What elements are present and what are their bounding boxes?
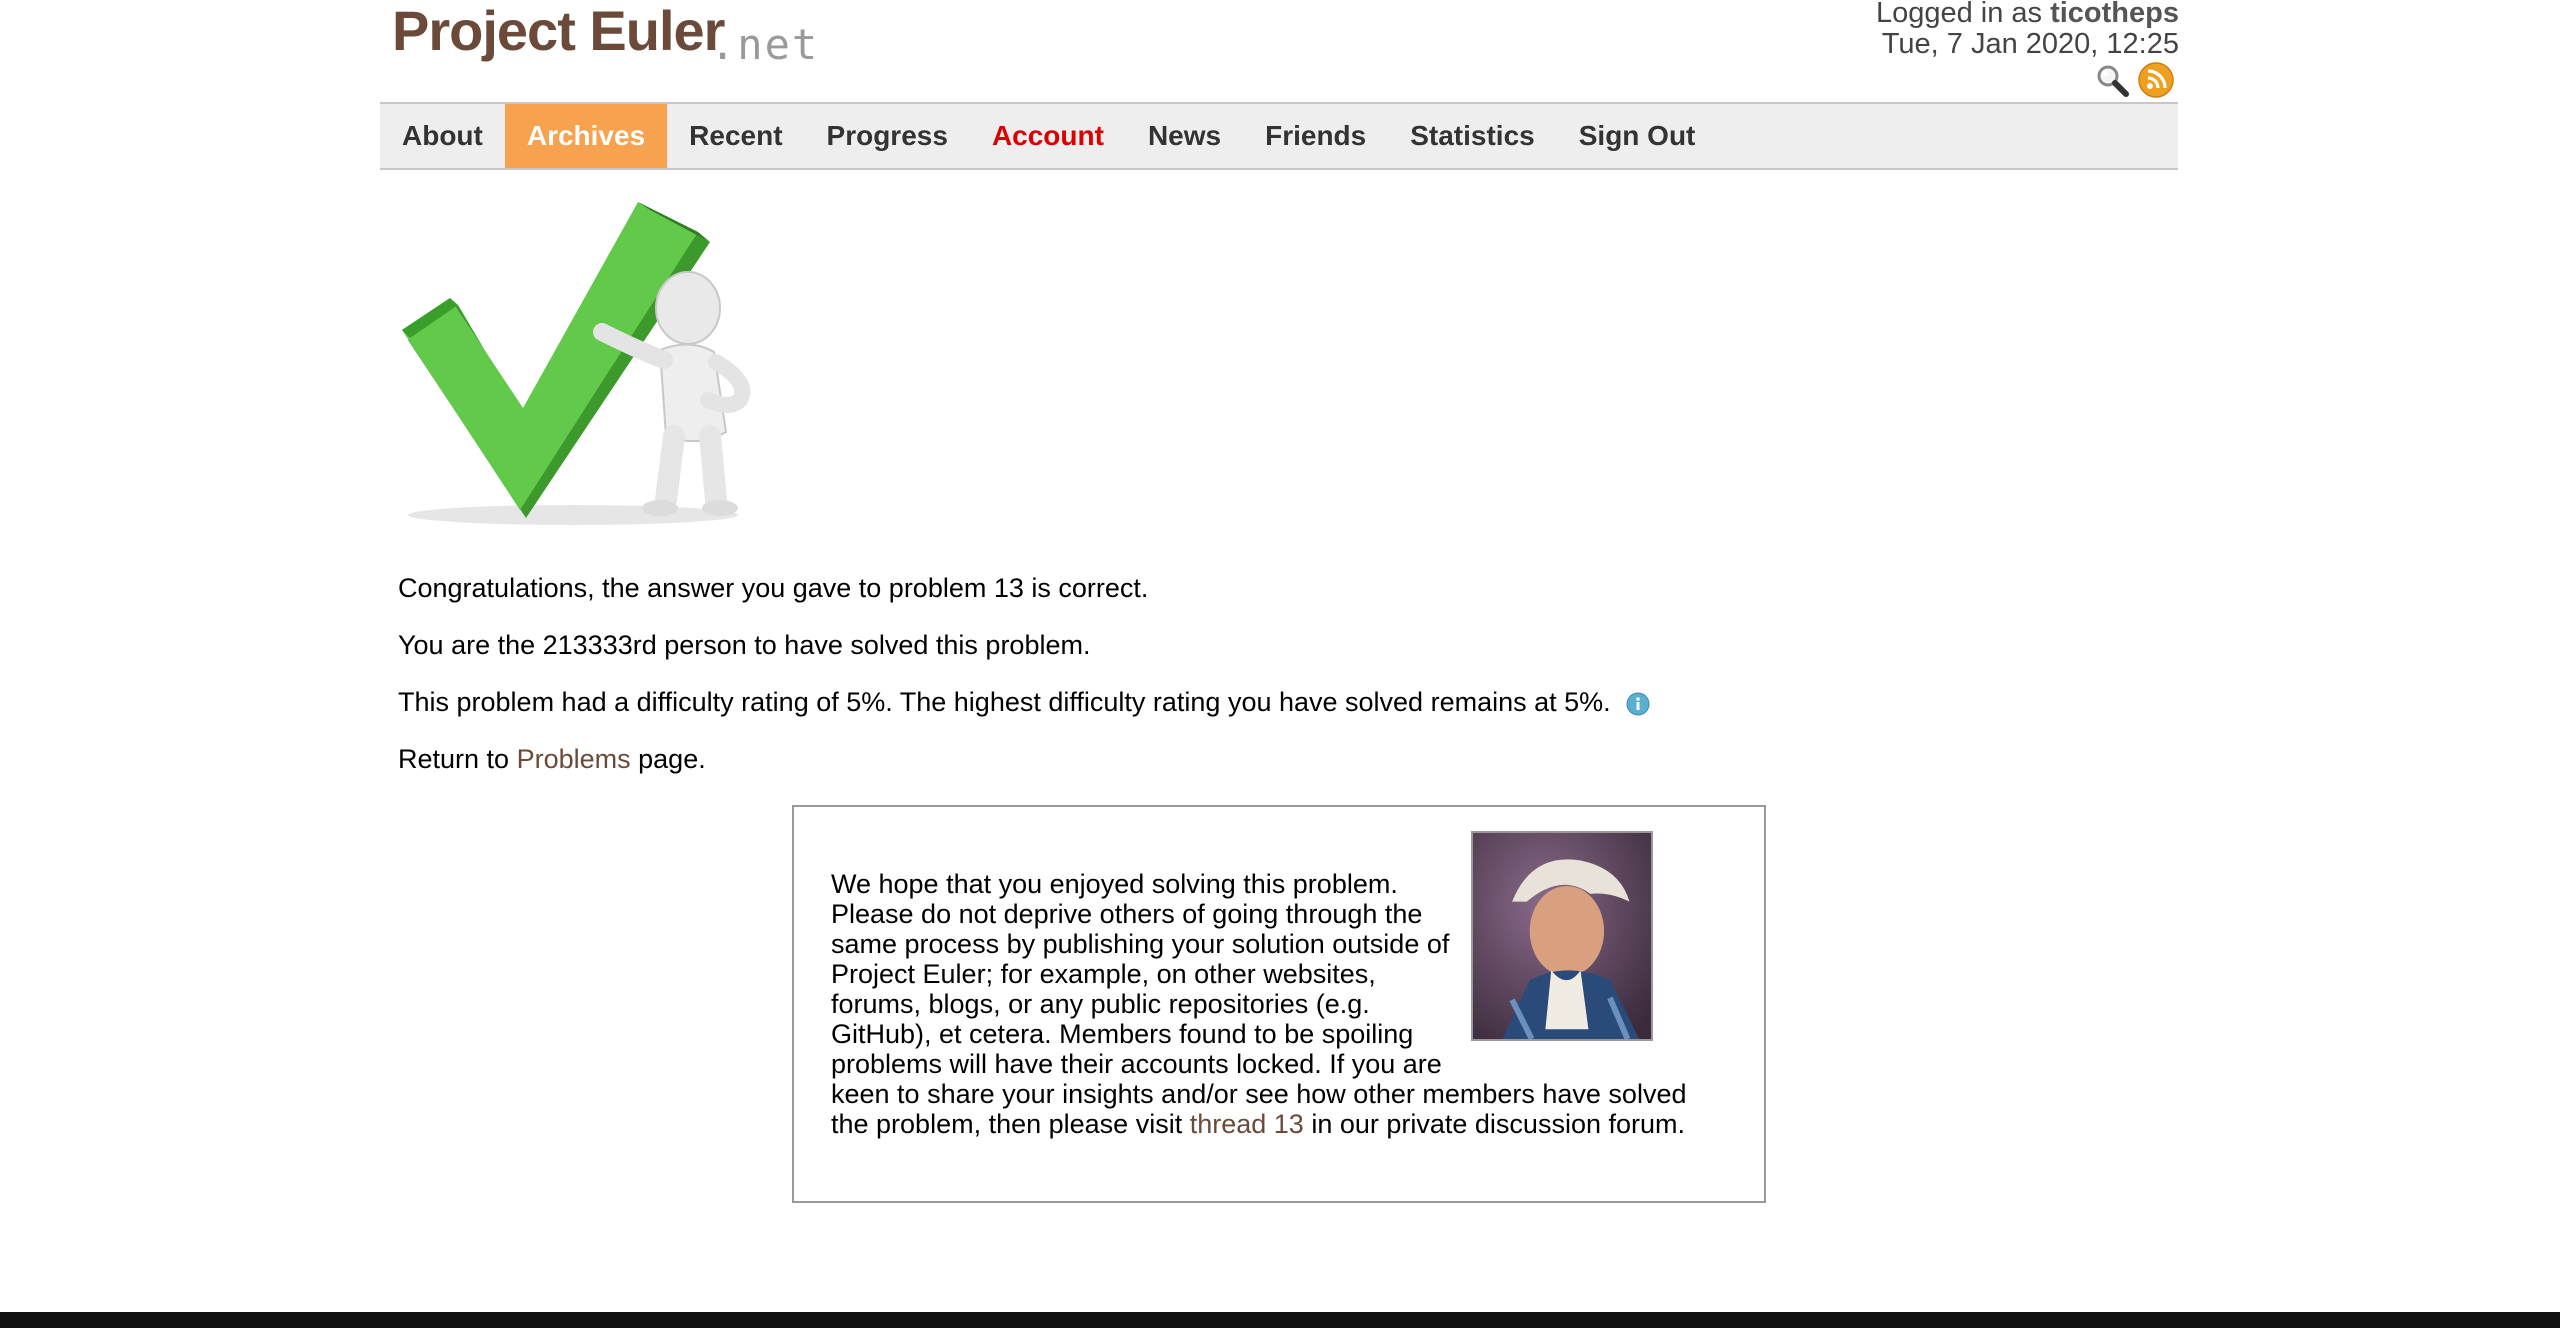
- difficulty-message: This problem had a difficulty rating of …: [398, 687, 1650, 718]
- notice-text: We hope that you enjoyed solving this pr…: [831, 831, 1691, 1139]
- euler-portrait: [1471, 831, 1653, 1041]
- nav-account[interactable]: Account: [970, 104, 1126, 168]
- logo-text: Project Euler: [392, 0, 725, 62]
- thread-link[interactable]: thread 13: [1190, 1109, 1304, 1139]
- nav-friends[interactable]: Friends: [1243, 104, 1388, 168]
- user-info: Logged in as ticotheps Tue, 7 Jan 2020, …: [1876, 0, 2179, 60]
- username: ticotheps: [2050, 0, 2179, 29]
- current-datetime: Tue, 7 Jan 2020, 12:25: [1881, 28, 2179, 60]
- rss-icon[interactable]: [2138, 62, 2174, 98]
- logged-in-line: Logged in as ticotheps: [1876, 0, 2179, 29]
- return-prefix: Return to: [398, 744, 510, 774]
- logo-suffix: .net: [710, 20, 820, 69]
- problems-link[interactable]: Problems: [517, 744, 631, 774]
- nav-sign-out[interactable]: Sign Out: [1557, 104, 1718, 168]
- main-nav: About Archives Recent Progress Account N…: [380, 102, 2178, 170]
- header-icons: [2094, 62, 2174, 98]
- nav-archives[interactable]: Archives: [504, 104, 668, 168]
- correct-checkmark-image: [402, 202, 751, 525]
- site-logo[interactable]: Project Euler .net: [392, 0, 832, 78]
- nav-recent[interactable]: Recent: [667, 104, 804, 168]
- nav-news[interactable]: News: [1126, 104, 1243, 168]
- congratulations-message: Congratulations, the answer you gave to …: [398, 573, 1149, 603]
- nav-progress[interactable]: Progress: [805, 104, 970, 168]
- notice-tail: in our private discussion forum.: [1311, 1109, 1685, 1139]
- info-icon[interactable]: [1626, 692, 1650, 716]
- return-line: Return to Problems page.: [398, 744, 706, 775]
- solver-rank-message: You are the 213333rd person to have solv…: [398, 630, 1091, 660]
- difficulty-text: This problem had a difficulty rating of …: [398, 687, 1611, 717]
- nav-about[interactable]: About: [380, 104, 505, 168]
- logged-in-label: Logged in as: [1875, 0, 2043, 29]
- return-suffix: page.: [638, 744, 706, 774]
- search-icon[interactable]: [2094, 62, 2130, 98]
- nav-statistics[interactable]: Statistics: [1388, 104, 1557, 168]
- window-bottom-edge: [0, 1312, 2560, 1328]
- spoiler-notice-box: We hope that you enjoyed solving this pr…: [792, 805, 1766, 1203]
